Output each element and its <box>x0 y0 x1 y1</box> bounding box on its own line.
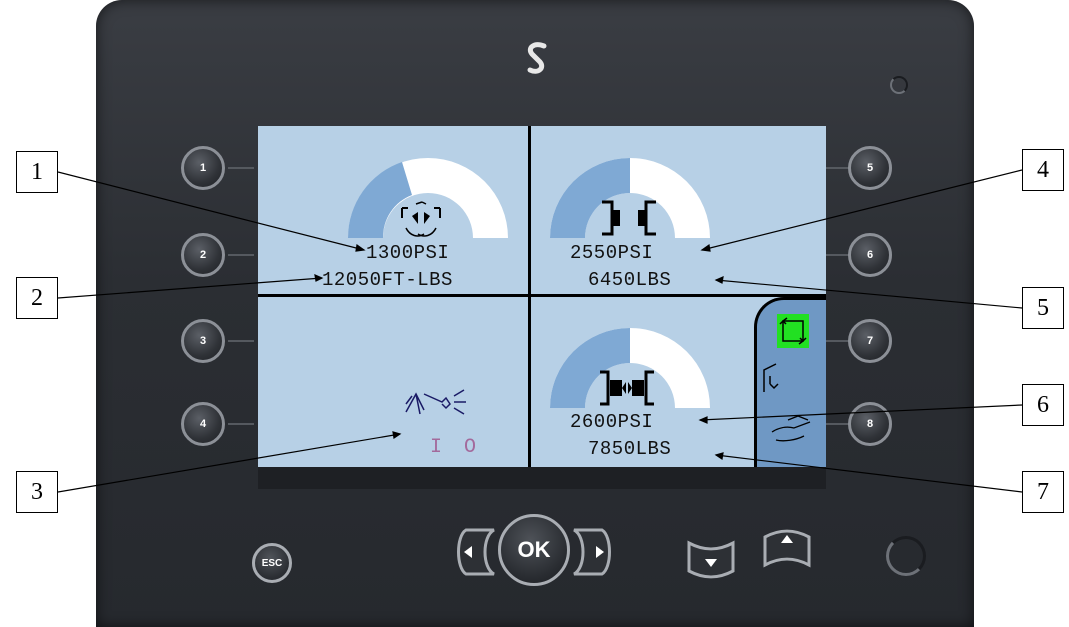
callout-label-4: 4 <box>1022 149 1064 191</box>
callout-label-6: 6 <box>1022 384 1064 426</box>
callout-label-2: 2 <box>16 277 58 319</box>
callout-label-1: 1 <box>16 151 58 193</box>
callout-leader-lines <box>57 169 1023 493</box>
callout-label-7: 7 <box>1022 471 1064 513</box>
callout-label-3: 3 <box>16 471 58 513</box>
callout-label-5: 5 <box>1022 287 1064 329</box>
